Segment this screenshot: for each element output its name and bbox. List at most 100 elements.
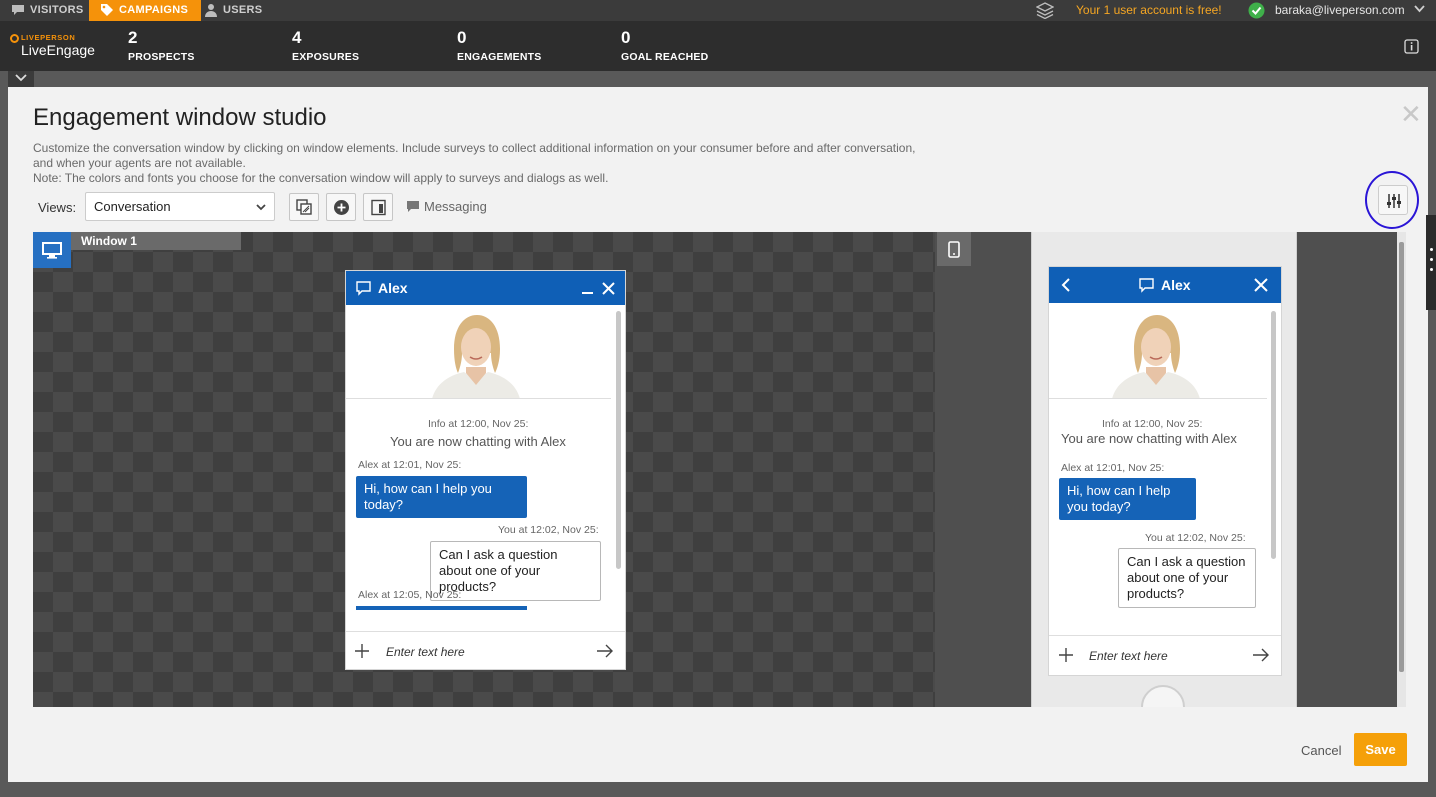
info-timestamp: Info at 12:00, Nov 25: [1102, 418, 1203, 430]
chat-scrollbar[interactable] [616, 311, 621, 569]
tab-users-label: USERS [223, 4, 263, 16]
chat-header[interactable]: Alex [346, 271, 625, 305]
online-check-icon [1248, 2, 1265, 19]
desktop-canvas: Window 1 Alex Info at 12:00, Nov 25: You… [33, 232, 935, 707]
user-timestamp: You at 12:02, Nov 25: [1145, 532, 1246, 544]
desktop-chat-window[interactable]: Alex Info at 12:00, Nov 25: You are now … [345, 270, 626, 670]
messaging-toggle[interactable]: Messaging [406, 199, 487, 214]
top-nav: VISITORS CAMPAIGNS USERS Your 1 user acc… [0, 0, 1436, 21]
user-timestamp: You at 12:02, Nov 25: [498, 524, 599, 536]
highlight-ring [1365, 171, 1419, 229]
mobile-icon [948, 241, 960, 258]
stat-label: EXPOSURES [292, 51, 360, 63]
cancel-button[interactable]: Cancel [1301, 743, 1341, 758]
agent-timestamp: Alex at 12:01, Nov 25: [1061, 462, 1165, 474]
chat-scrollbar[interactable] [1271, 311, 1276, 559]
agent-timestamp: Alex at 12:01, Nov 25: [358, 459, 462, 471]
speech-bubble-icon [356, 281, 371, 296]
chat-icon [12, 5, 24, 15]
stat-goal-reached[interactable]: 0 GOAL REACHED [621, 28, 708, 63]
views-label: Views: [38, 200, 77, 215]
back-arrow-icon[interactable] [1061, 278, 1071, 292]
tab-campaigns[interactable]: CAMPAIGNS [89, 0, 201, 21]
page-title: Engagement window studio [33, 104, 327, 131]
tab-visitors[interactable]: VISITORS [0, 0, 88, 21]
collapse-toggle[interactable] [8, 71, 34, 87]
brand-main: LiveEngage [21, 42, 95, 58]
description-line: Customize the conversation window by cli… [33, 141, 916, 155]
window-label[interactable]: Window 1 [71, 232, 241, 250]
studio-panel: Engagement window studio ✕ Customize the… [8, 87, 1428, 782]
user-message-bubble: Can I ask a question about one of your p… [1118, 548, 1256, 608]
chat-header[interactable]: Alex [1049, 267, 1281, 303]
chevron-down-icon[interactable] [1414, 5, 1425, 13]
system-message: You are now chatting with Alex [390, 434, 566, 449]
studio-description: Customize the conversation window by cli… [33, 141, 915, 186]
chat-input-bar[interactable]: Enter text here [346, 631, 625, 669]
close-icon[interactable] [1254, 278, 1268, 292]
minimize-icon[interactable] [581, 282, 594, 295]
agent-message-bubble: Hi, how can I help you today? [1059, 478, 1196, 520]
chat-input-placeholder[interactable]: Enter text here [1089, 649, 1168, 663]
agent-message-bubble: Hi, how can I help you today? [356, 476, 527, 518]
plus-icon[interactable] [1059, 648, 1073, 662]
layout-icon [371, 199, 386, 216]
chevron-down-icon [256, 204, 266, 211]
views-select[interactable]: Conversation [85, 192, 275, 221]
preview-scrollbar[interactable] [1397, 232, 1406, 707]
phone-home-button [1141, 685, 1185, 707]
send-arrow-icon[interactable] [1252, 647, 1270, 663]
tab-visitors-label: VISITORS [30, 4, 84, 16]
mobile-chat-window[interactable]: Alex Info at 12:00, Nov 25: You are now … [1048, 266, 1282, 676]
chevron-down-icon [15, 74, 27, 82]
agent-name: Alex [1161, 277, 1191, 293]
tag-icon [101, 4, 113, 16]
user-icon [205, 4, 217, 17]
photo-divider [1049, 398, 1267, 399]
stat-label: GOAL REACHED [621, 51, 709, 63]
chat-input-placeholder[interactable]: Enter text here [386, 645, 465, 659]
agent-avatar [1112, 315, 1200, 399]
tab-campaigns-label: CAMPAIGNS [119, 4, 189, 16]
stat-exposures[interactable]: 4 EXPOSURES [292, 28, 359, 63]
plus-circle-icon [334, 200, 349, 215]
stat-engagements[interactable]: 0 ENGAGEMENTS [457, 28, 541, 63]
agent-name: Alex [378, 280, 408, 296]
agent-avatar [432, 315, 520, 399]
tab-users[interactable]: USERS [193, 0, 273, 21]
mobile-view-tab[interactable] [937, 232, 971, 266]
desktop-view-tab[interactable] [33, 232, 71, 268]
photo-divider [346, 398, 611, 399]
add-view-button[interactable] [326, 193, 356, 221]
close-icon[interactable] [602, 282, 615, 295]
scrollbar-thumb[interactable] [1399, 242, 1404, 672]
side-panel-handle[interactable] [1426, 215, 1436, 310]
views-select-value: Conversation [94, 199, 171, 214]
system-message: You are now chatting with Alex [1061, 431, 1237, 446]
send-arrow-icon[interactable] [596, 643, 614, 659]
layers-icon[interactable] [1036, 2, 1054, 19]
description-note: Note: The colors and fonts you choose fo… [33, 171, 609, 185]
user-email[interactable]: baraka@liveperson.com [1275, 0, 1405, 21]
plus-icon[interactable] [355, 644, 369, 658]
phone-frame: Alex Info at 12:00, Nov 25: You are now … [1031, 232, 1297, 707]
close-icon[interactable]: ✕ [1400, 99, 1422, 130]
stat-label: PROSPECTS [128, 51, 195, 63]
layout-view-button[interactable] [363, 193, 393, 221]
free-account-note[interactable]: Your 1 user account is free! [1076, 0, 1222, 21]
stats-bar: LIVEPERSON LiveEngage 2 PROSPECTS 4 EXPO… [0, 21, 1436, 71]
info-timestamp: Info at 12:00, Nov 25: [428, 418, 529, 430]
stat-prospects[interactable]: 2 PROSPECTS [128, 28, 195, 63]
messaging-label: Messaging [424, 199, 487, 214]
info-icon[interactable] [1404, 39, 1419, 54]
save-button[interactable]: Save [1354, 733, 1407, 766]
chat-input-bar[interactable]: Enter text here [1049, 635, 1281, 673]
mobile-preview-area: Alex Info at 12:00, Nov 25: You are now … [935, 232, 1406, 707]
description-line: and when your agents are not available. [33, 156, 246, 170]
duplicate-view-button[interactable] [289, 193, 319, 221]
stat-value: 4 [292, 28, 302, 47]
stat-value: 2 [128, 28, 138, 47]
brand-small: LIVEPERSON [21, 33, 76, 42]
speech-bubble-icon [407, 201, 419, 212]
speech-bubble-icon [1139, 278, 1154, 293]
